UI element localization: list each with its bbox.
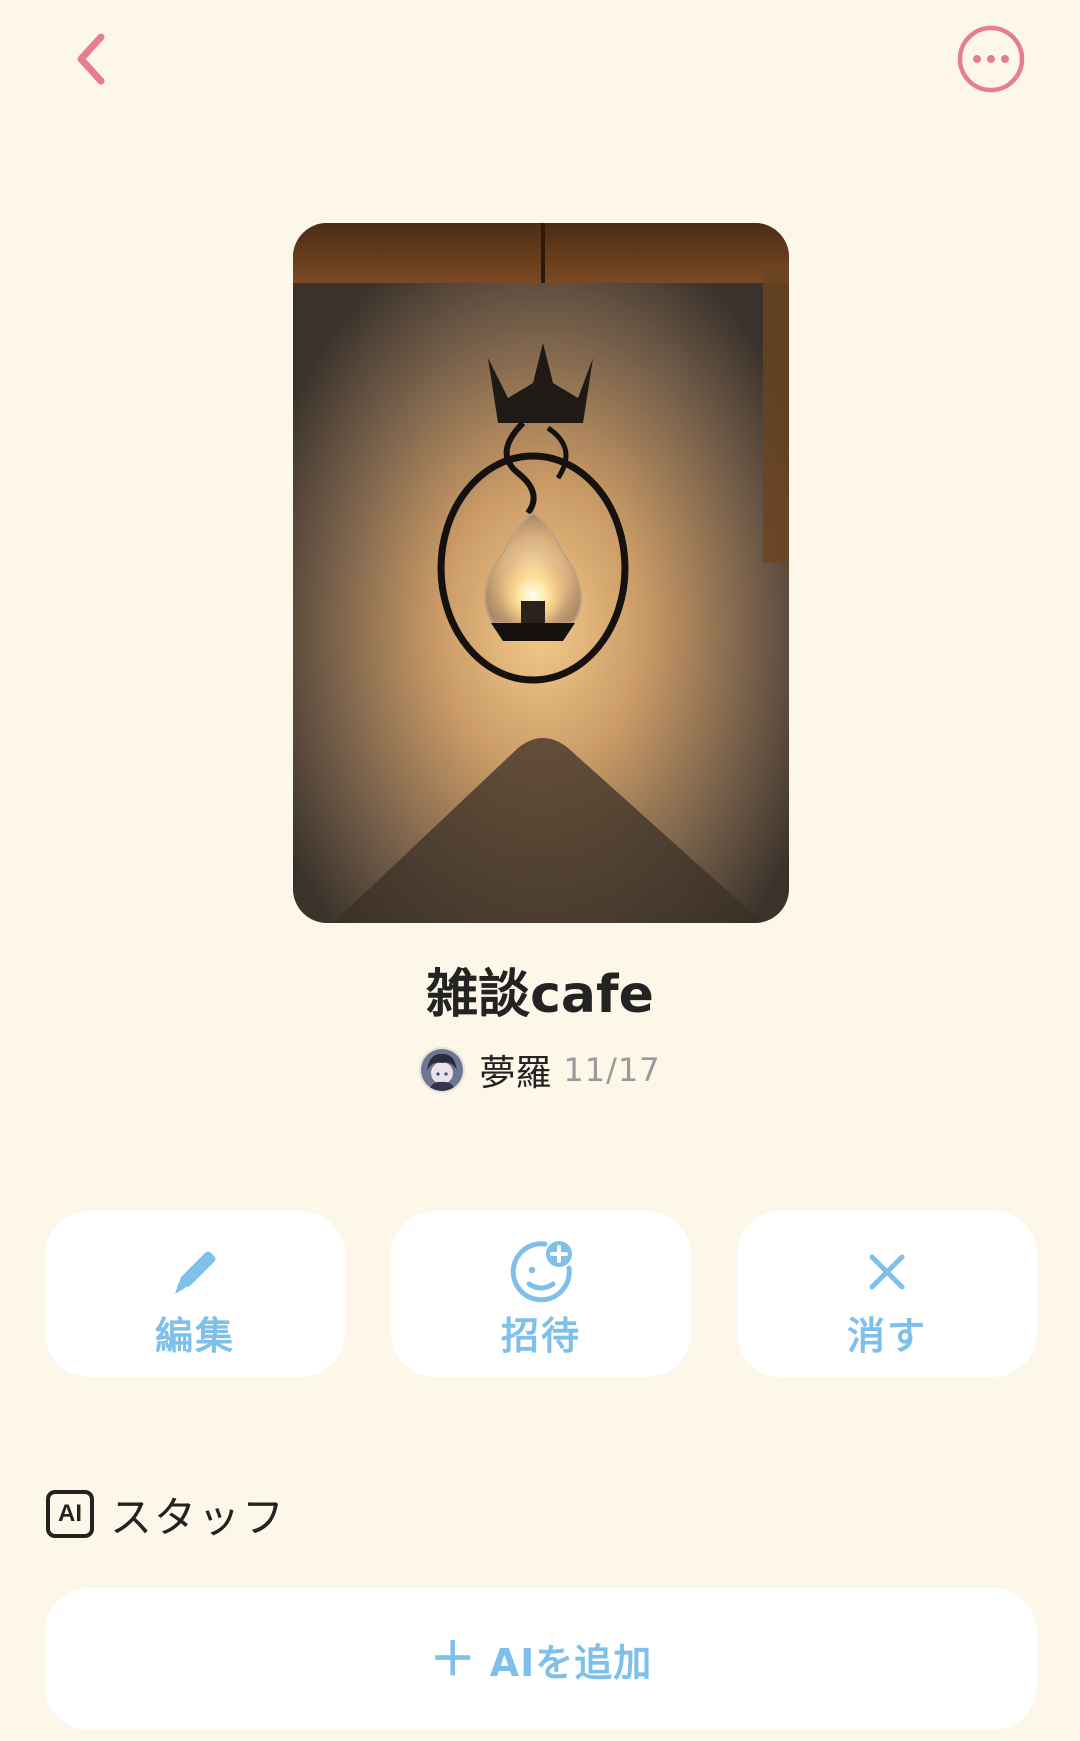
edit-button[interactable]: 編集 [45,1211,345,1377]
room-cover-image [293,223,789,923]
add-friend-icon [510,1241,572,1303]
action-buttons: 編集 招待 消す [45,1211,1037,1377]
delete-button[interactable]: 消す [737,1211,1037,1377]
room-date: 11/17 [563,1051,661,1089]
delete-label: 消す [846,1314,927,1358]
pencil-icon [175,1251,216,1294]
room-meta: 夢羅 11/17 [0,1040,1080,1100]
staff-section-header: AI スタッフ [46,1484,286,1544]
more-options-button[interactable] [956,24,1026,94]
author-name[interactable]: 夢羅 [479,1044,551,1096]
room-title: 雑談cafe [426,965,654,1025]
plus-icon: ＋ [429,1632,476,1686]
back-button[interactable] [60,26,120,92]
ai-badge-icon: AI [46,1490,94,1538]
edit-label: 編集 [154,1314,235,1358]
invite-button[interactable]: 招待 [391,1211,691,1377]
add-ai-button[interactable]: ＋ AIを追加 [45,1588,1037,1730]
more-horizontal-icon [957,25,1025,93]
invite-label: 招待 [500,1314,581,1358]
author-avatar[interactable] [419,1047,466,1093]
add-ai-label: AIを追加 [489,1640,653,1685]
staff-title: スタッフ [110,1492,287,1542]
room-detail-screen: 雑談cafe 夢羅 11/17 編集 招待 消す AI スタッフ ＋ AIを追加 [0,0,1080,1741]
chevron-left-icon [77,33,105,85]
close-icon [869,1254,905,1290]
